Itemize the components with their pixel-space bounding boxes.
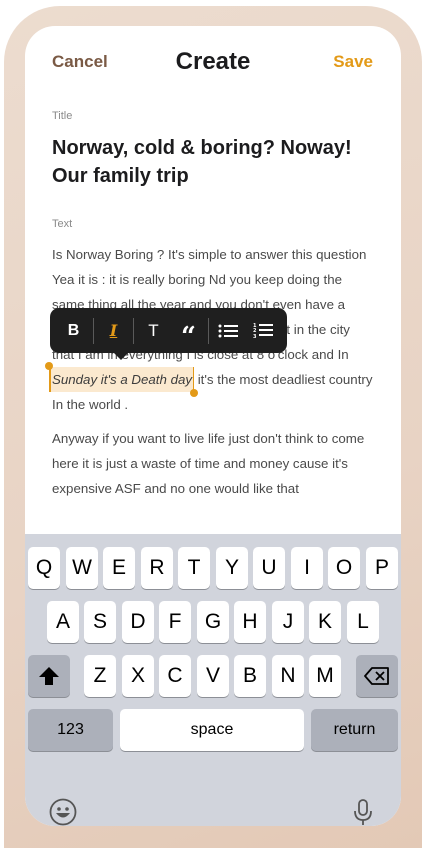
shift-arrow-icon: [39, 667, 59, 685]
numbered-list-icon: 1 2 3: [253, 323, 274, 339]
key-l[interactable]: L: [347, 601, 379, 643]
svg-text:3: 3: [253, 334, 257, 339]
key-b[interactable]: B: [234, 655, 266, 697]
key-t[interactable]: T: [178, 547, 210, 589]
selection-start-handle[interactable]: [45, 362, 53, 370]
key-y[interactable]: Y: [216, 547, 248, 589]
dictation-button[interactable]: [347, 796, 379, 826]
key-v[interactable]: V: [197, 655, 229, 697]
numbers-key[interactable]: 123: [28, 709, 113, 751]
key-x[interactable]: X: [122, 655, 154, 697]
key-r[interactable]: R: [141, 547, 173, 589]
text-selection[interactable]: Sunday it's a Death day: [45, 362, 199, 397]
key-m[interactable]: M: [309, 655, 341, 697]
return-key[interactable]: return: [311, 709, 398, 751]
key-h[interactable]: H: [234, 601, 266, 643]
quote-button[interactable]: “: [171, 308, 206, 353]
backspace-icon: [364, 667, 389, 685]
key-e[interactable]: E: [103, 547, 135, 589]
key-n[interactable]: N: [272, 655, 304, 697]
key-j[interactable]: J: [272, 601, 304, 643]
key-i[interactable]: I: [291, 547, 323, 589]
text-line: In the world .: [52, 397, 129, 412]
keyboard: Q W E R T Y U I O P A S D F G H J K L Z …: [25, 534, 401, 826]
emoji-icon: [49, 798, 77, 826]
header: Cancel Create Save: [25, 26, 401, 96]
title-input[interactable]: Norway, cold & boring? Noway! Our family…: [52, 134, 382, 190]
key-g[interactable]: G: [197, 601, 229, 643]
text-label: Text: [52, 218, 73, 230]
italic-button[interactable]: I: [96, 308, 131, 353]
text-line: Is Norway Boring ? It's simple to answer…: [52, 247, 367, 262]
save-button[interactable]: Save: [333, 52, 373, 72]
text-line: Sunday it's a Death day it's the most de…: [45, 362, 382, 397]
numbered-list-button[interactable]: 1 2 3: [246, 308, 281, 353]
key-k[interactable]: K: [309, 601, 341, 643]
key-f[interactable]: F: [159, 601, 191, 643]
title-label: Title: [52, 110, 73, 122]
key-d[interactable]: D: [122, 601, 154, 643]
screen: Cancel Create Save Title Norway, cold & …: [25, 26, 401, 826]
bold-button[interactable]: B: [56, 308, 91, 353]
text-line: Yea it is : it is really boring Nd you k…: [52, 272, 342, 287]
delete-key[interactable]: [356, 655, 398, 697]
text-paragraph-2[interactable]: Anyway if you want to live life just don…: [52, 426, 382, 501]
key-q[interactable]: Q: [28, 547, 60, 589]
key-u[interactable]: U: [253, 547, 285, 589]
key-p[interactable]: P: [366, 547, 398, 589]
key-w[interactable]: W: [66, 547, 98, 589]
key-o[interactable]: O: [328, 547, 360, 589]
text-style-button[interactable]: T: [136, 308, 171, 353]
text-after-selection: it's the most deadliest country: [194, 372, 373, 387]
selection-end-handle[interactable]: [190, 389, 199, 397]
key-z[interactable]: Z: [84, 655, 116, 697]
key-c[interactable]: C: [159, 655, 191, 697]
format-toolbar: B I T “ 1 2 3: [50, 308, 287, 360]
shift-key[interactable]: [28, 655, 70, 697]
bulleted-list-icon: [218, 324, 239, 337]
selected-text: Sunday it's a Death day: [52, 372, 193, 387]
key-s[interactable]: S: [84, 601, 116, 643]
bulleted-list-button[interactable]: [211, 308, 246, 353]
emoji-button[interactable]: [47, 796, 79, 826]
microphone-icon: [354, 799, 372, 825]
space-key[interactable]: space: [120, 709, 304, 751]
key-a[interactable]: A: [47, 601, 79, 643]
